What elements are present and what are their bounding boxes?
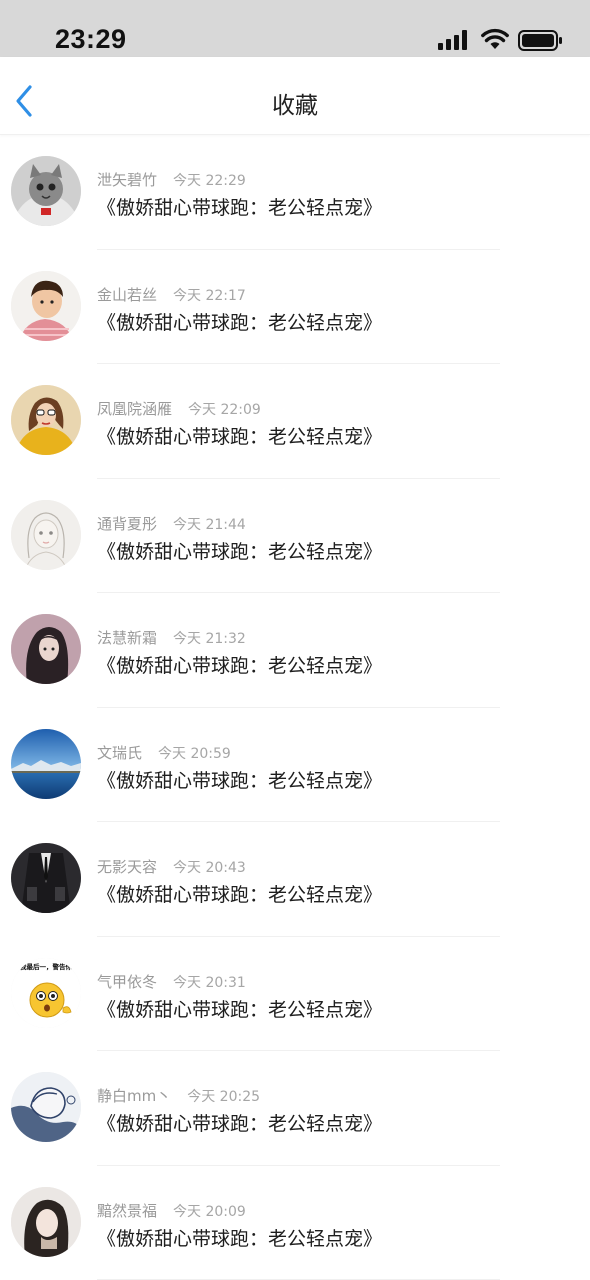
list-item[interactable]: 食，我最后一，警告你！！ 气甲依冬今天 20:31 《傲娇甜心带球跑：老公轻点宠…: [0, 937, 590, 1051]
user-name: 无影天容: [97, 858, 158, 876]
timestamp: 今天 20:31: [173, 974, 246, 991]
avatar[interactable]: [11, 843, 81, 913]
item-meta: 泄矢碧竹 今天 22:29: [97, 169, 246, 190]
book-title: 《傲娇甜心带球跑：老公轻点宠》: [97, 311, 383, 334]
list-item[interactable]: 金山若丝 今天 22:17 《傲娇甜心带球跑：老公轻点宠》: [0, 250, 590, 364]
book-title: 《傲娇甜心带球跑：老公轻点宠》: [97, 1227, 383, 1250]
timestamp: 今天 21:44: [173, 516, 246, 533]
user-name: 通背夏彤: [97, 514, 158, 533]
book-title: 《傲娇甜心带球跑：老公轻点宠》: [97, 769, 383, 792]
timestamp: 今天 22:17: [173, 287, 246, 304]
book-title: 《傲娇甜心带球跑：老公轻点宠》: [97, 655, 383, 677]
book-title: 《傲娇甜心带球跑：老公轻点宠》: [97, 884, 383, 906]
user-name: 法慧新霜: [97, 629, 158, 647]
item-meta: 法慧新霜 今天 21:32: [97, 627, 246, 648]
item-meta: 黯然景福 今天 20:09: [97, 1200, 246, 1221]
list-item[interactable]: 通背夏彤 今天 21:44 《傲娇甜心带球跑：老公轻点宠》: [0, 479, 590, 593]
timestamp: 今天 22:29: [173, 173, 246, 189]
item-meta: 气甲依冬 今天 20:31: [97, 971, 246, 992]
timestamp: 今天 20:59: [158, 745, 231, 762]
item-meta: 无影天容 今天 20:43: [97, 856, 246, 877]
avatar[interactable]: [11, 1186, 81, 1257]
list-item[interactable]: 泄矢碧竹 今天 22:29 《傲娇甜心带球跑：老公轻点宠》: [0, 135, 590, 250]
book-title: 《傲娇甜心带球跑：老公轻点宠》: [97, 197, 383, 219]
book-title: 《傲娇甜心带球跑：老公轻点宠》: [97, 998, 383, 1021]
battery-icon: [518, 30, 562, 51]
avatar-caption: 食，我最后一，警告你！！: [11, 962, 81, 971]
status-time: 23:29: [55, 24, 127, 54]
timestamp: 今天 20:43: [173, 860, 246, 876]
page-title: 收藏: [272, 93, 318, 119]
list-item[interactable]: 静白mm丶 今天 20:25 《傲娇甜心带球跑：老公轻点宠》: [0, 1051, 590, 1166]
list-item[interactable]: 黯然景福 今天 20:09 《傲娇甜心带球跑：老公轻点宠》: [0, 1166, 590, 1280]
item-meta: 通背夏彤 今天 21:44: [97, 513, 246, 534]
user-name: 气甲依冬: [97, 972, 158, 991]
favorites-list: 泄矢碧竹 今天 22:29 《傲娇甜心带球跑：老公轻点宠》 金山若丝 今天 22:1…: [0, 135, 590, 1280]
timestamp: 今天 22:09: [188, 402, 261, 418]
book-title: 《傲娇甜心带球跑：老公轻点宠》: [97, 426, 383, 448]
wifi-icon: [481, 28, 509, 49]
user-name: 黯然景福: [97, 1201, 158, 1220]
item-meta: 金山若丝 今天 22:17: [97, 284, 246, 305]
user-name: 泄矢碧竹: [97, 171, 158, 189]
list-item[interactable]: 无影天容 今天 20:43 《傲娇甜心带球跑：老公轻点宠》: [0, 822, 590, 937]
user-name: 凤凰院涵雁: [97, 400, 173, 418]
timestamp: 今天 20:25: [187, 1089, 261, 1105]
item-meta: 凤凰院涵雁 今天 22:09: [97, 398, 261, 419]
user-name: 金山若丝: [97, 285, 158, 304]
item-meta: 静白mm丶 今天 20:25: [97, 1085, 260, 1106]
user-name: 文瑞氏: [97, 743, 143, 762]
book-title: 《傲娇甜心带球跑：老公轻点宠》: [97, 540, 383, 563]
timestamp: 今天 21:32: [173, 631, 246, 647]
avatar[interactable]: [11, 385, 81, 455]
avatar[interactable]: [11, 1072, 81, 1142]
avatar[interactable]: [11, 728, 81, 799]
avatar[interactable]: 食，我最后一，警告你！！: [11, 957, 81, 1028]
signal-icon: [438, 30, 467, 50]
nav-bar: 收藏: [0, 57, 590, 135]
status-bar: 23:29: [0, 0, 590, 57]
list-item[interactable]: 法慧新霜 今天 21:32 《傲娇甜心带球跑：老公轻点宠》: [0, 593, 590, 708]
list-item[interactable]: 凤凰院涵雁 今天 22:09 《傲娇甜心带球跑：老公轻点宠》: [0, 364, 590, 479]
item-meta: 文瑞氏 今天 20:59: [97, 742, 231, 763]
timestamp: 今天 20:09: [173, 1203, 246, 1220]
book-title: 《傲娇甜心带球跑：老公轻点宠》: [97, 1113, 383, 1135]
avatar[interactable]: [11, 499, 81, 570]
user-name: 静白mm丶: [97, 1087, 172, 1105]
avatar[interactable]: [11, 156, 81, 226]
avatar[interactable]: [11, 270, 81, 341]
avatar[interactable]: [11, 614, 81, 684]
list-item[interactable]: 文瑞氏 今天 20:59 《傲娇甜心带球跑：老公轻点宠》: [0, 708, 590, 822]
